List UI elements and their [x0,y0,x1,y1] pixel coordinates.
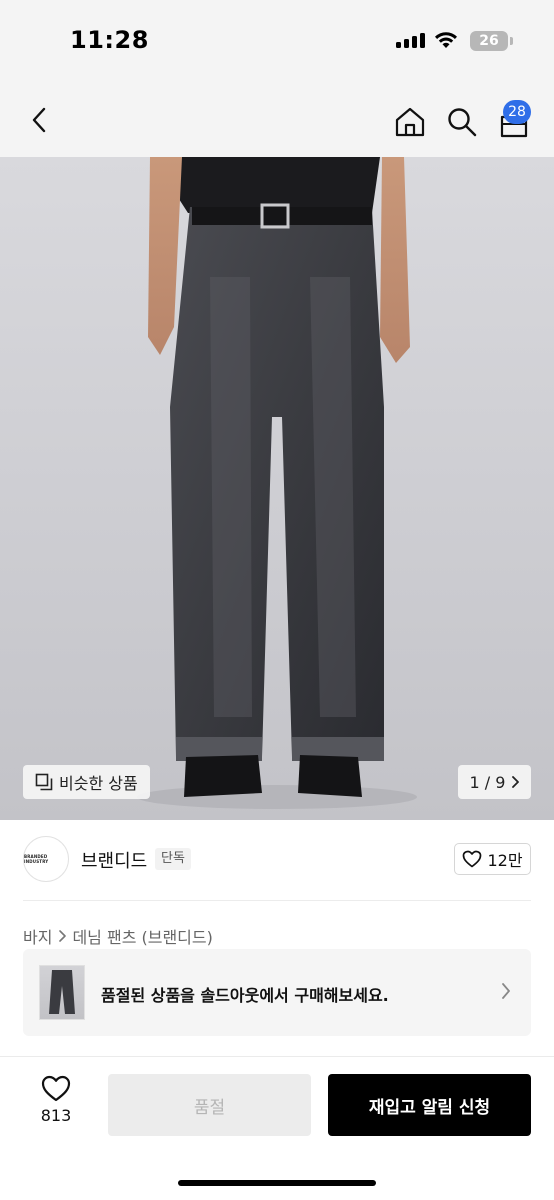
soldout-banner[interactable]: 품절된 상품을 솔드아웃에서 구매해보세요. [23,949,531,1036]
status-bar: 11:28 26 [0,0,554,82]
similar-icon [35,773,53,791]
search-icon [448,108,477,137]
image-pager-text: 1 / 9 [469,772,506,792]
soldout-button[interactable]: 품절 [108,1074,311,1136]
heart-icon [41,1075,71,1102]
banner-thumbnail [39,965,85,1020]
similar-products-label: 비슷한 상품 [59,774,138,793]
wishlist-button[interactable]: 813 [28,1075,84,1135]
chevron-right-icon [59,930,67,942]
brand-like-button[interactable]: 12만 [454,843,531,875]
battery-cap [510,37,513,45]
brand-name[interactable]: 브랜디드 [81,847,147,873]
cart-count-badge: 28 [503,100,531,124]
image-pager[interactable]: 1 / 9 [458,765,531,799]
brand-like-count: 12만 [487,851,523,870]
product-image[interactable]: 비슷한 상품 1 / 9 [0,157,554,820]
breadcrumb-category[interactable]: 바지 [23,924,52,948]
chevron-right-icon [502,983,510,999]
breadcrumb-subcategory[interactable]: 데님 팬츠 (브랜디드) [72,924,212,948]
home-icon [395,107,425,137]
brand-logo-text: BRANDED INDUSTRY [24,854,49,864]
search-button[interactable] [442,102,482,142]
home-button[interactable] [390,102,430,142]
jeans-thumbnail [49,970,75,1014]
exclusive-badge: 단독 [155,848,191,870]
brand-logo[interactable]: BRANDED INDUSTRY [23,836,69,882]
nav-bar [0,82,554,157]
chevron-right-icon [512,776,520,788]
restock-alert-button[interactable]: 재입고 알림 신청 [328,1074,531,1136]
banner-text: 품절된 상품을 솔드아웃에서 구매해보세요. [101,986,389,1005]
battery-icon: 26 [470,31,508,51]
status-time: 11:28 [70,26,149,54]
signal-icon [396,33,425,48]
wifi-icon [433,30,459,54]
wishlist-count: 813 [40,1106,72,1125]
similar-products-button[interactable]: 비슷한 상품 [23,765,150,799]
chevron-left-icon [32,107,46,133]
jeans-photo [137,157,417,809]
divider [23,900,531,901]
back-button[interactable] [22,102,58,138]
bottom-action-bar: 813 품절 재입고 알림 신청 [0,1056,554,1200]
battery-level: 26 [479,33,499,49]
brand-row: BRANDED INDUSTRY 브랜디드 단독 12만 [23,836,531,884]
breadcrumb: 바지 데님 팬츠 (브랜디드) [23,924,213,948]
home-indicator[interactable] [178,1180,376,1186]
heart-icon [463,850,482,868]
